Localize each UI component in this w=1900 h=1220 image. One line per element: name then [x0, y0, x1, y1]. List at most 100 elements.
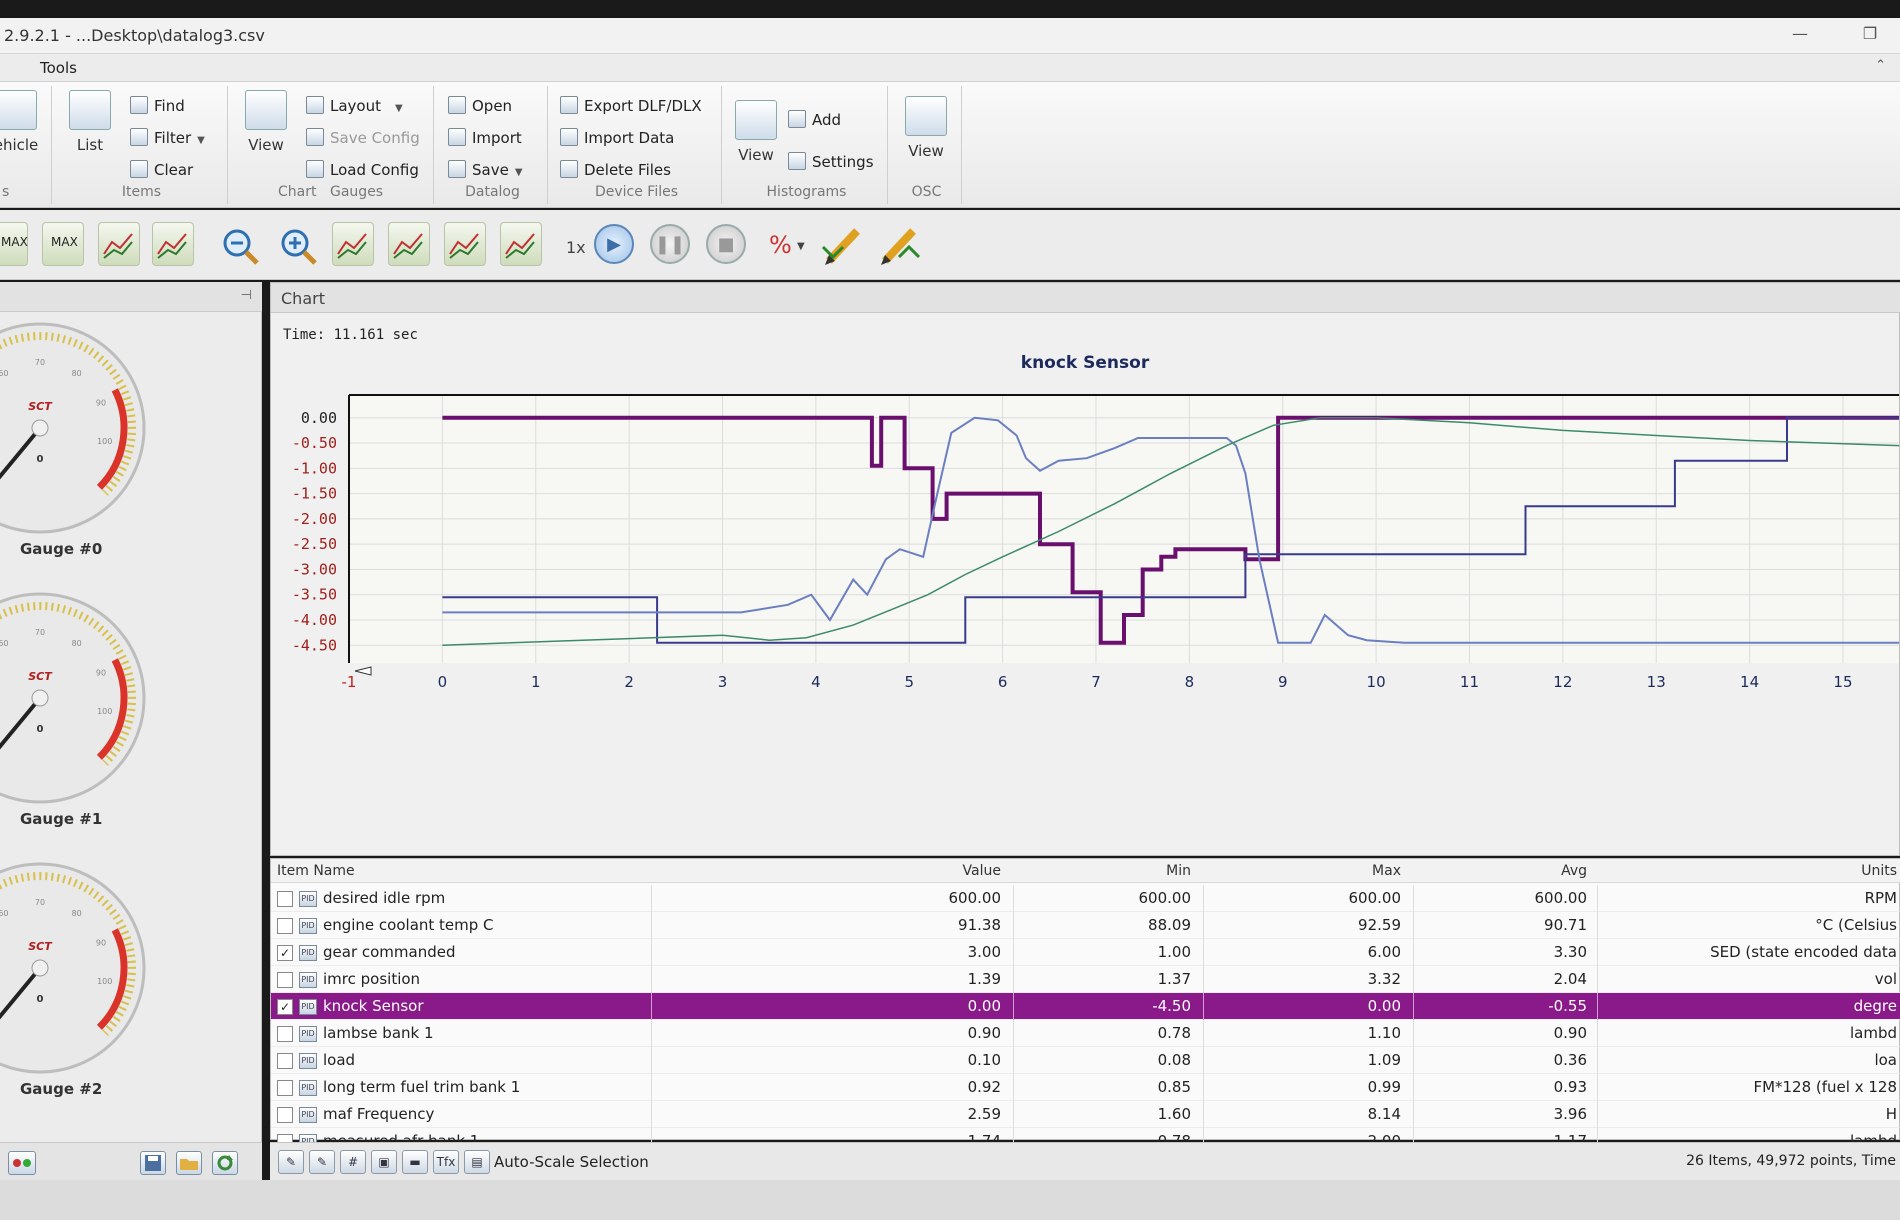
chart-snap-button[interactable]: [500, 222, 542, 266]
pin-icon[interactable]: ⊣: [241, 288, 252, 303]
column-divider: [1413, 939, 1414, 966]
svg-text:▼: ▼: [797, 241, 805, 252]
table-row[interactable]: PID load 0.10 0.08 1.09 0.36 loa: [271, 1047, 1900, 1074]
header-avg[interactable]: Avg: [1507, 863, 1587, 879]
y-tick-label: -0.50: [292, 434, 337, 452]
status-tool-button[interactable]: ▣: [371, 1150, 397, 1174]
row-checkbox[interactable]: [277, 918, 293, 934]
gauge[interactable]: 405060708090100SCT0: [0, 858, 150, 1078]
vehicle-button[interactable]: ehicle: [0, 90, 46, 154]
column-divider: [1203, 966, 1204, 993]
pause-button[interactable]: ❚❚: [650, 224, 690, 264]
export-dlf-button[interactable]: Export DLF/DLX: [560, 96, 702, 120]
table-row[interactable]: PID desired idle rpm 600.00 600.00 600.00 600…: [271, 885, 1900, 912]
cell-min: 1.00: [1157, 943, 1191, 961]
cell-units: FM*128 (fuel x 128: [1753, 1078, 1897, 1096]
gauge-tick-label: 70: [35, 358, 45, 367]
header-max[interactable]: Max: [1321, 863, 1401, 879]
chart-panel-header: Chart: [271, 283, 1900, 313]
chart-fit-button[interactable]: [332, 222, 374, 266]
gauge-value: 0: [37, 724, 44, 735]
chart-move-right-button[interactable]: [152, 222, 194, 266]
status-tool-button[interactable]: ▤: [464, 1150, 490, 1174]
clear-button-label: Clear: [154, 161, 194, 179]
chart-shrink-button[interactable]: [444, 222, 486, 266]
histogram-settings-button[interactable]: Settings: [788, 152, 874, 176]
column-divider: [1203, 1047, 1204, 1074]
histogram-view-button[interactable]: View: [726, 100, 786, 164]
layout-button[interactable]: Layout ▼: [306, 96, 403, 120]
table-row[interactable]: PID imrc position 1.39 1.37 3.32 2.04 vol: [271, 966, 1900, 993]
header-min[interactable]: Min: [1111, 863, 1191, 879]
chart-expand-button[interactable]: [388, 222, 430, 266]
cell-min: 1.37: [1157, 970, 1191, 988]
pencil-left-button[interactable]: [818, 222, 860, 266]
status-tool-button[interactable]: #: [340, 1150, 366, 1174]
status-tool-button[interactable]: ✎: [278, 1150, 304, 1174]
row-checkbox[interactable]: ✓: [277, 945, 293, 961]
percent-button[interactable]: % ▼: [764, 222, 806, 266]
max-label: MAX: [1, 235, 28, 249]
record-toggle-button[interactable]: [8, 1151, 36, 1175]
gauge-save-button[interactable]: [140, 1151, 166, 1175]
histogram-add-button[interactable]: Add: [788, 110, 841, 134]
save-button[interactable]: Save ▼: [448, 160, 523, 184]
list-button[interactable]: List: [60, 90, 120, 154]
gauge-open-button[interactable]: [176, 1151, 202, 1175]
pencil-right-button[interactable]: [874, 222, 921, 266]
import-button[interactable]: Import: [448, 128, 522, 152]
row-checkbox[interactable]: [277, 1053, 293, 1069]
table-row[interactable]: PID engine coolant temp C 91.38 88.09 92.59 9…: [271, 912, 1900, 939]
table-row[interactable]: PID long term fuel trim bank 1 0.92 0.85 0.9…: [271, 1074, 1900, 1101]
chart-view-button[interactable]: View: [236, 90, 296, 154]
header-value[interactable]: Value: [921, 863, 1001, 879]
table-row[interactable]: PID maf Frequency 2.59 1.60 8.14 3.96 H: [271, 1101, 1900, 1128]
load-config-button[interactable]: Load Config: [306, 160, 419, 184]
header-item-name[interactable]: Item Name: [277, 863, 355, 879]
table-row[interactable]: ✓ PID knock Sensor 0.00 -4.50 0.00 -0.55 degre: [271, 993, 1900, 1020]
menu-tools[interactable]: Tools: [40, 59, 77, 77]
restore-button[interactable]: ❐: [1858, 24, 1882, 46]
row-checkbox[interactable]: ✓: [277, 999, 293, 1015]
max-right-button[interactable]: MAX: [42, 222, 84, 266]
column-divider: [1413, 885, 1414, 912]
auto-scale-label[interactable]: Auto-Scale Selection: [494, 1153, 649, 1171]
find-button[interactable]: Find: [130, 96, 185, 120]
save-config-button[interactable]: Save Config: [306, 128, 420, 152]
gauge[interactable]: 405060708090100SCT0: [0, 588, 150, 808]
ribbon-collapse-icon[interactable]: ⌃: [1875, 58, 1886, 73]
max-left-button[interactable]: MAX: [0, 222, 28, 266]
chart-move-left-button[interactable]: [98, 222, 140, 266]
gauge[interactable]: 405060708090100SCT0: [0, 318, 150, 538]
play-button[interactable]: ▶: [594, 224, 634, 264]
x-tick-label: 11: [1460, 673, 1479, 691]
status-tool-button[interactable]: Tfx: [433, 1150, 459, 1174]
open-button[interactable]: Open: [448, 96, 512, 120]
gauge-tick-label: 90: [96, 939, 106, 948]
table-row[interactable]: ✓ PID gear commanded 3.00 1.00 6.00 3.30 SED (s…: [271, 939, 1900, 966]
zoom-in-button[interactable]: [276, 222, 318, 266]
playback-speed[interactable]: 1x: [566, 238, 586, 257]
clear-button[interactable]: Clear: [130, 160, 193, 184]
header-units[interactable]: Units: [1791, 863, 1897, 879]
gauge-refresh-button[interactable]: [212, 1151, 238, 1175]
chart-canvas[interactable]: 0.00 -0.50 -1.00 -1.50 -2.00 -2.50 -3.00 -3.50 -…: [271, 313, 1899, 855]
table-row[interactable]: PID lambse bank 1 0.90 0.78 1.10 0.90 lambd: [271, 1020, 1900, 1047]
row-checkbox[interactable]: [277, 1080, 293, 1096]
time-label: Time:: [283, 327, 326, 343]
row-checkbox[interactable]: [277, 972, 293, 988]
import-data-button[interactable]: Import Data: [560, 128, 674, 152]
row-checkbox[interactable]: [277, 1026, 293, 1042]
filter-button[interactable]: Filter ▼: [130, 128, 205, 152]
osc-view-button[interactable]: View: [896, 96, 956, 160]
status-tool-button[interactable]: ✎: [309, 1150, 335, 1174]
stop-button[interactable]: ■: [706, 224, 746, 264]
row-checkbox[interactable]: [277, 891, 293, 907]
row-checkbox[interactable]: [277, 1107, 293, 1123]
minimize-button[interactable]: —: [1788, 24, 1812, 46]
cell-name: desired idle rpm: [323, 889, 446, 907]
zoom-out-button[interactable]: [218, 222, 260, 266]
gauge-tick-label: 80: [72, 369, 82, 378]
status-tool-button[interactable]: ▬: [402, 1150, 428, 1174]
delete-files-button[interactable]: Delete Files: [560, 160, 671, 184]
